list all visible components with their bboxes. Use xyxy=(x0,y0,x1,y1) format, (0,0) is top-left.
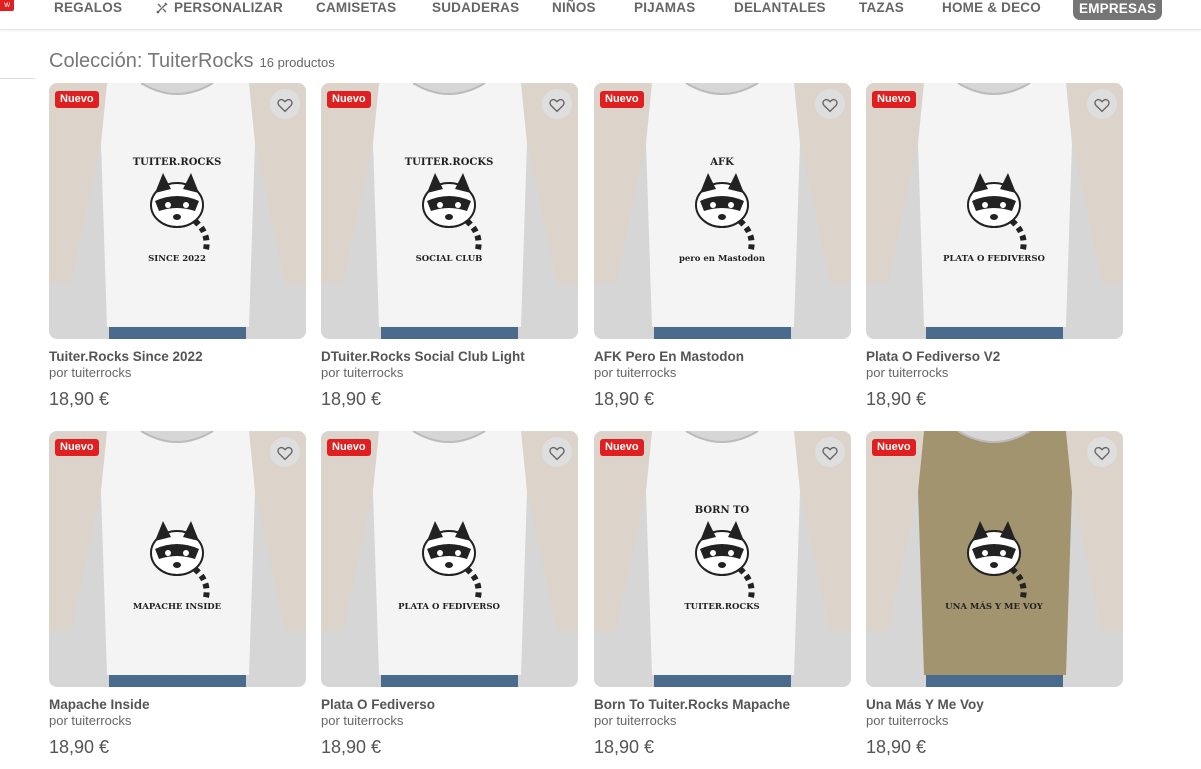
product-author: por tuiterrocks xyxy=(866,365,949,380)
product-image[interactable]: UNA MÁS Y ME VOY Nuevo xyxy=(866,431,1123,687)
product-author: por tuiterrocks xyxy=(866,713,949,728)
new-badge: Nuevo xyxy=(600,439,644,456)
shirt-print-bottom: PLATA O FEDIVERSO xyxy=(398,602,500,612)
product-name[interactable]: Una Más Y Me Voy xyxy=(866,697,984,712)
product-name[interactable]: AFK Pero En Mastodon xyxy=(594,349,744,364)
nav-item-tazas[interactable]: TAZAS xyxy=(859,0,904,18)
nav-item-delantales[interactable]: DELANTALES xyxy=(734,0,826,18)
new-badge: Nuevo xyxy=(55,91,99,108)
nav-item-pijamas[interactable]: PIJAMAS xyxy=(634,0,695,18)
new-badge: Nuevo xyxy=(872,91,916,108)
product-price: 18,90 € xyxy=(594,737,655,757)
product-price: 18,90 € xyxy=(49,737,110,757)
nav-item-home-deco[interactable]: HOME & DECO xyxy=(942,0,1041,18)
product-image[interactable]: PLATA O FEDIVERSO Nuevo xyxy=(866,83,1123,339)
product-price: 18,90 € xyxy=(321,389,382,409)
nav-corner-badge: w xyxy=(0,0,14,11)
nav-item-camisetas[interactable]: CAMISETAS xyxy=(316,0,396,18)
product-author: por tuiterrocks xyxy=(321,713,404,728)
shirt-print-bottom: SOCIAL CLUB xyxy=(416,254,483,264)
shirt-print-bottom: SINCE 2022 xyxy=(148,254,206,264)
nav-item-sudaderas[interactable]: SUDADERAS xyxy=(432,0,519,18)
nav-item-personalizar-label: PERSONALIZAR xyxy=(174,0,283,15)
product-author: por tuiterrocks xyxy=(594,365,677,380)
product-image[interactable]: TUITER.ROCKS SINCE 2022 Nuevo xyxy=(49,83,306,339)
product-name[interactable]: DTuiter.Rocks Social Club Light xyxy=(321,349,525,364)
product-image[interactable]: PLATA O FEDIVERSO Nuevo xyxy=(321,431,578,687)
product-author: por tuiterrocks xyxy=(321,365,404,380)
nav-item-personalizar[interactable]: PERSONALIZAR xyxy=(156,0,283,18)
new-badge: Nuevo xyxy=(55,439,99,456)
product-author: por tuiterrocks xyxy=(594,713,677,728)
product-image[interactable]: MAPACHE INSIDE Nuevo xyxy=(49,431,306,687)
favorite-button[interactable] xyxy=(1087,437,1117,467)
favorite-button[interactable] xyxy=(270,437,300,467)
product-name[interactable]: Plata O Fediverso V2 xyxy=(866,349,1000,364)
shirt-print-bottom: MAPACHE INSIDE xyxy=(133,602,222,612)
product-price: 18,90 € xyxy=(594,389,655,409)
product-name[interactable]: Plata O Fediverso xyxy=(321,697,435,712)
product-image[interactable]: AFK pero en Mastodon Nuevo xyxy=(594,83,851,339)
favorite-button[interactable] xyxy=(542,89,572,119)
shirt-print-top: TUITER.ROCKS xyxy=(405,157,494,168)
shirt-print-top: TUITER.ROCKS xyxy=(133,157,222,168)
product-author: por tuiterrocks xyxy=(49,713,132,728)
product-price: 18,90 € xyxy=(49,389,110,409)
nav-item-ninos[interactable]: NIÑOS xyxy=(552,0,596,18)
product-price: 18,90 € xyxy=(866,737,927,757)
customize-icon xyxy=(156,2,168,14)
new-badge: Nuevo xyxy=(872,439,916,456)
shirt-print-bottom: pero en Mastodon xyxy=(679,254,765,264)
shirt-print-bottom: TUITER.ROCKS xyxy=(684,602,759,612)
product-image[interactable]: BORN TO TUITER.ROCKS Nuevo xyxy=(594,431,851,687)
new-badge: Nuevo xyxy=(327,439,371,456)
nav-item-empresas[interactable]: EMPRESAS xyxy=(1073,0,1163,20)
shirt-print-bottom: PLATA O FEDIVERSO xyxy=(943,254,1045,264)
favorite-button[interactable] xyxy=(270,89,300,119)
product-count: 16 productos xyxy=(259,55,335,70)
shirt-print-top: AFK xyxy=(709,157,734,168)
product-price: 18,90 € xyxy=(866,389,927,409)
favorite-button[interactable] xyxy=(542,437,572,467)
product-author: por tuiterrocks xyxy=(49,365,132,380)
product-name[interactable]: Tuiter.Rocks Since 2022 xyxy=(49,349,203,364)
shirt-print-bottom: UNA MÁS Y ME VOY xyxy=(945,600,1044,612)
favorite-button[interactable] xyxy=(815,89,845,119)
favorite-button[interactable] xyxy=(1087,89,1117,119)
favorite-button[interactable] xyxy=(815,437,845,467)
product-name[interactable]: Mapache Inside xyxy=(49,697,150,712)
page-title: Colección: TuiterRocks 16 productos xyxy=(49,50,335,73)
new-badge: Nuevo xyxy=(600,91,644,108)
product-price: 18,90 € xyxy=(321,737,382,757)
nav-item-regalos[interactable]: REGALOS xyxy=(54,0,122,18)
shirt-print-top: BORN TO xyxy=(695,505,750,516)
product-image[interactable]: TUITER.ROCKS SOCIAL CLUB Nuevo xyxy=(321,83,578,339)
sidebar-divider xyxy=(0,78,35,79)
top-nav: w REGALOS PERSONALIZAR CAMISETAS SUDADER… xyxy=(0,0,1201,30)
collection-title: Colección: TuiterRocks xyxy=(49,50,254,72)
new-badge: Nuevo xyxy=(327,91,371,108)
product-name[interactable]: Born To Tuiter.Rocks Mapache xyxy=(594,697,790,712)
